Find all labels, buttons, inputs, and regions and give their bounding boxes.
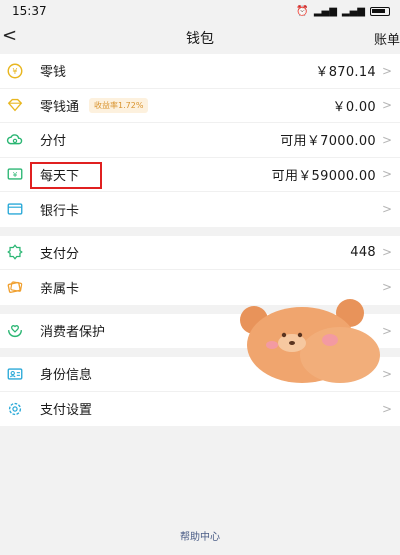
row-label: 消费者保护	[40, 325, 106, 341]
row-label: 身份信息	[40, 368, 93, 384]
chevron-right-icon: >	[381, 98, 392, 113]
nav-bar: < 钱包 账单	[0, 22, 400, 54]
chevron-right-icon: >	[381, 167, 392, 182]
cloud-icon	[6, 133, 23, 145]
help-center-link[interactable]: 帮助中心	[0, 528, 400, 543]
page-title: 钱包	[186, 31, 214, 47]
wallet-group-1: ¥ 零钱 ￥870.14 > 零钱通 收益率1.72% ￥0.00 > 分付 可…	[0, 54, 400, 227]
bill-button[interactable]: 账单	[374, 29, 400, 48]
chevron-right-icon: >	[381, 323, 392, 338]
back-arrow-icon[interactable]: <	[2, 25, 17, 46]
row-label: 银行卡	[40, 203, 80, 219]
row-change[interactable]: ¥ 零钱 ￥870.14 >	[0, 54, 400, 89]
row-value: 448	[350, 244, 376, 260]
yuan-card-icon: ¥	[7, 168, 23, 180]
id-card-icon	[7, 368, 23, 380]
chevron-right-icon: >	[381, 366, 392, 381]
family-card-icon	[7, 281, 23, 294]
row-label: 亲属卡	[40, 281, 80, 297]
svg-text:¥: ¥	[13, 170, 18, 179]
battery-icon	[370, 6, 390, 16]
shield-hands-icon	[7, 324, 23, 337]
row-value: ￥870.14	[315, 65, 376, 81]
row-value: 可用￥7000.00	[280, 134, 376, 150]
coin-icon: ¥	[7, 63, 23, 79]
row-label: 支付设置	[40, 403, 93, 419]
row-bank-card[interactable]: 银行卡 >	[0, 192, 400, 227]
row-value: ￥0.00	[332, 99, 376, 115]
chevron-right-icon: >	[381, 245, 392, 260]
row-label: 零钱	[40, 65, 67, 81]
row-label: 支付分	[40, 246, 80, 262]
alarm-icon: ⏰	[296, 5, 309, 17]
row-value: 可用￥59000.00	[271, 168, 376, 184]
row-meitianxia[interactable]: ¥ 每天下 可用￥59000.00 >	[0, 158, 400, 192]
row-label: 每天下	[40, 168, 80, 184]
chevron-right-icon: >	[381, 63, 392, 78]
bear-sticker-image	[240, 299, 380, 383]
row-fenfu[interactable]: 分付 可用￥7000.00 >	[0, 123, 400, 158]
row-change-pass[interactable]: 零钱通 收益率1.72% ￥0.00 >	[0, 89, 400, 123]
diamond-icon	[7, 99, 23, 112]
divider-gap	[0, 227, 400, 236]
svg-text:¥: ¥	[12, 66, 17, 76]
signal-icon: ▂▄▆	[313, 5, 337, 17]
chevron-right-icon: >	[381, 202, 392, 217]
bank-card-icon	[7, 203, 23, 215]
signal-icon-2: ▂▄▆	[341, 5, 365, 17]
row-pay-score[interactable]: 支付分 448 >	[0, 236, 400, 270]
status-bar: 15:37 ⏰ ▂▄▆ ▂▄▆	[0, 0, 400, 22]
row-label: 零钱通	[40, 99, 80, 115]
status-icons: ⏰ ▂▄▆ ▂▄▆	[296, 6, 390, 17]
chevron-right-icon: >	[381, 132, 392, 147]
chevron-right-icon: >	[381, 401, 392, 416]
chevron-right-icon: >	[381, 280, 392, 295]
row-payment-settings[interactable]: 支付设置 >	[0, 392, 400, 427]
row-label: 分付	[40, 134, 67, 150]
pay-score-icon	[7, 244, 23, 261]
status-time: 15:37	[12, 4, 47, 18]
yield-badge: 收益率1.72%	[89, 97, 149, 113]
settings-gear-icon	[8, 402, 22, 415]
